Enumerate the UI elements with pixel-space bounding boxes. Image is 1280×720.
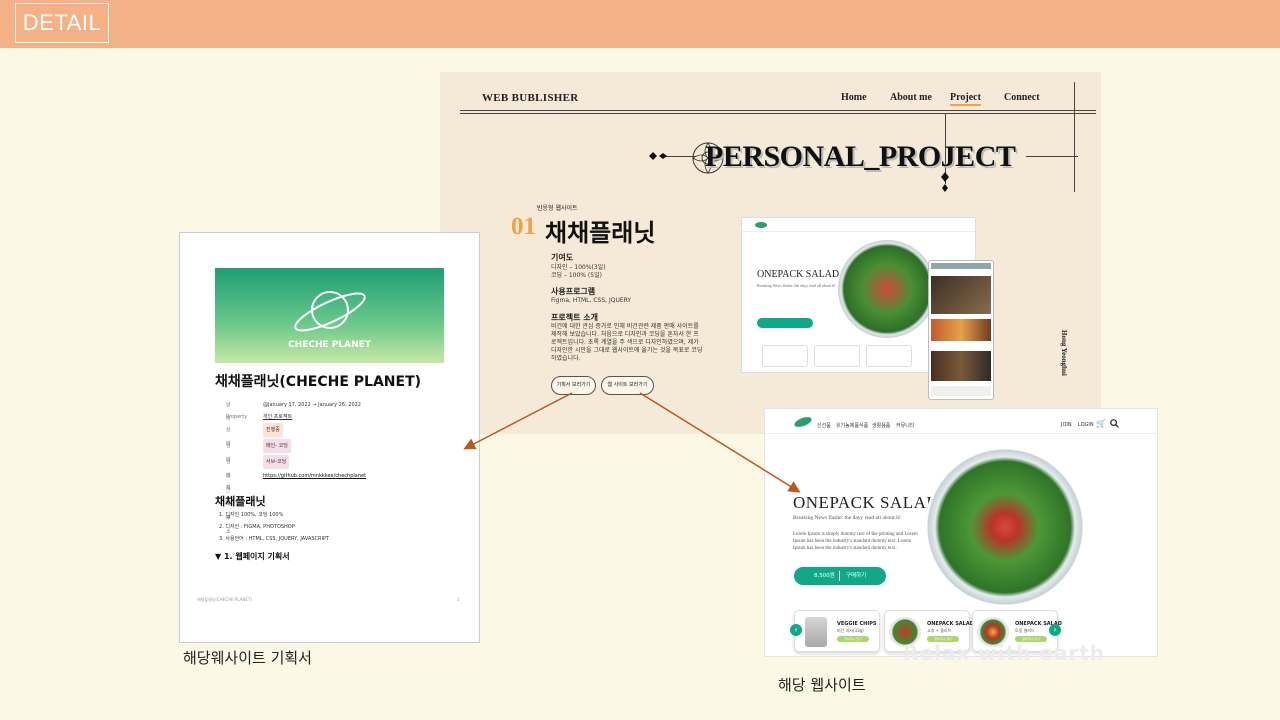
website-caption: 해당 웹사이트	[778, 676, 866, 694]
arrow-to-website	[639, 392, 801, 493]
document-caption: 해당웨사이트 기획서	[183, 649, 312, 667]
connector-arrows	[463, 392, 801, 493]
arrow-to-document	[463, 392, 573, 450]
